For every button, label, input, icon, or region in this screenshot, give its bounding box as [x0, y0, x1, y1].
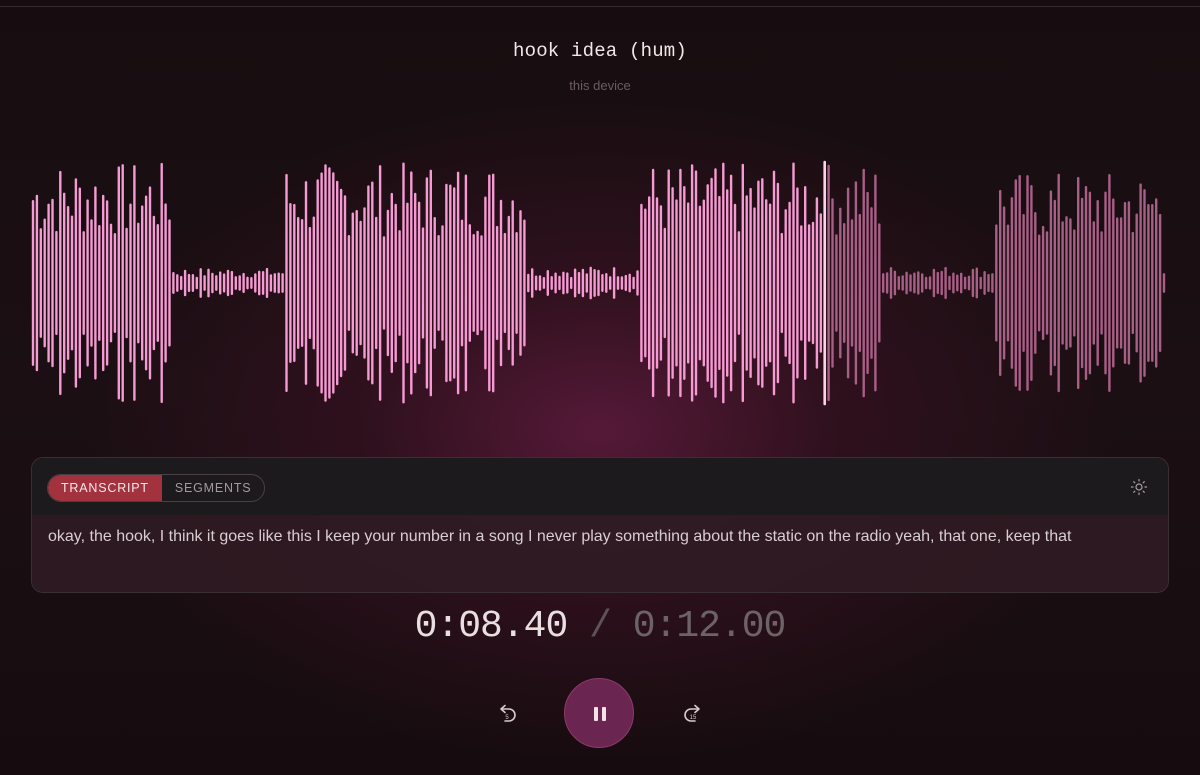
time-display: 0:08.40 / 0:12.00: [0, 605, 1200, 648]
transcript-panel: TRANSCRIPT SEGMENTS okay, the hook, I th…: [31, 457, 1169, 593]
top-divider: [0, 6, 1200, 7]
transcript-text: okay, the hook, I think it goes like thi…: [48, 528, 1072, 545]
svg-text:5: 5: [505, 715, 509, 721]
voice-memo-player: hook idea (hum) this device TRANSCRIPT S…: [0, 0, 1200, 775]
time-separator: /: [589, 605, 612, 648]
tab-segments[interactable]: SEGMENTS: [162, 475, 265, 501]
pause-icon: [594, 707, 606, 721]
tab-transcript[interactable]: TRANSCRIPT: [48, 475, 162, 501]
current-time: 0:08.40: [414, 605, 569, 648]
rewind-5-icon[interactable]: 5: [494, 702, 520, 728]
sun-icon[interactable]: [1130, 478, 1148, 496]
forward-15-icon[interactable]: 15: [680, 702, 706, 728]
waveform-scrubber[interactable]: [0, 150, 1200, 420]
total-duration: 0:12.00: [632, 605, 787, 648]
recording-title: hook idea (hum): [512, 40, 688, 62]
pause-button[interactable]: [564, 678, 634, 748]
svg-text:15: 15: [690, 715, 697, 721]
panel-tabs: TRANSCRIPT SEGMENTS: [47, 474, 266, 502]
recording-source: this device: [569, 78, 631, 93]
waveform-graphic[interactable]: [0, 150, 1200, 420]
